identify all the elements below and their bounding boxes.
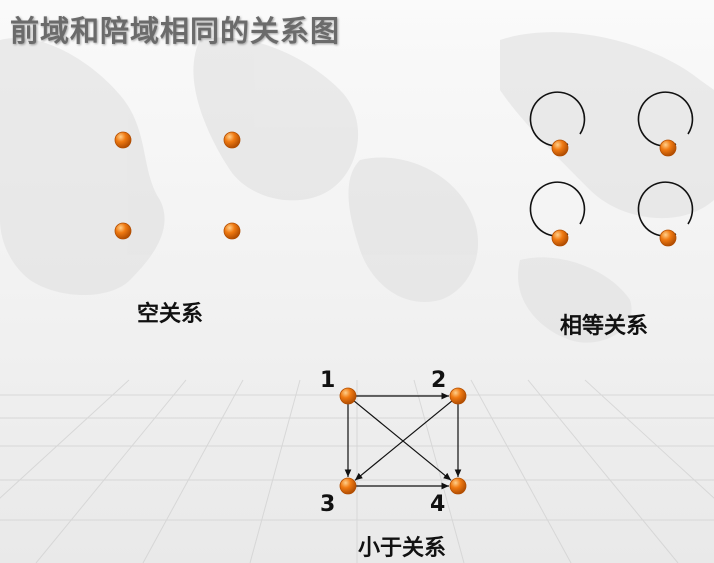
empty-relation-caption: 空关系: [137, 302, 204, 327]
self-loop-edge-b1: [529, 91, 586, 153]
self-loop-edge-b4: [637, 181, 694, 243]
node-2: [449, 387, 467, 405]
less-than-relation-graph: [339, 387, 467, 495]
self-loop-edge-b3: [529, 181, 586, 243]
node-b1: [551, 139, 569, 157]
node-b3: [551, 229, 569, 247]
node-label-2: 2: [431, 368, 447, 393]
node-4: [449, 477, 467, 495]
node-a4: [223, 222, 241, 240]
node-label-3: 3: [320, 492, 336, 517]
less-than-relation-caption: 小于关系: [358, 536, 447, 561]
equality-relation-caption: 相等关系: [560, 314, 649, 339]
node-b2: [659, 139, 677, 157]
self-loop-edge-b2: [637, 91, 694, 153]
node-1: [339, 387, 357, 405]
empty-relation-graph: [114, 131, 241, 240]
node-a1: [114, 131, 132, 149]
equality-relation-graph: [529, 91, 694, 247]
node-label-4: 4: [430, 492, 446, 517]
node-b4: [659, 229, 677, 247]
node-a3: [114, 222, 132, 240]
slide: 前域和陪域相同的关系图 空关系 相等关系 小于关系 1 2 3 4: [0, 0, 714, 563]
node-a2: [223, 131, 241, 149]
node-3: [339, 477, 357, 495]
node-label-1: 1: [320, 368, 336, 393]
relation-diagrams: [114, 91, 694, 495]
